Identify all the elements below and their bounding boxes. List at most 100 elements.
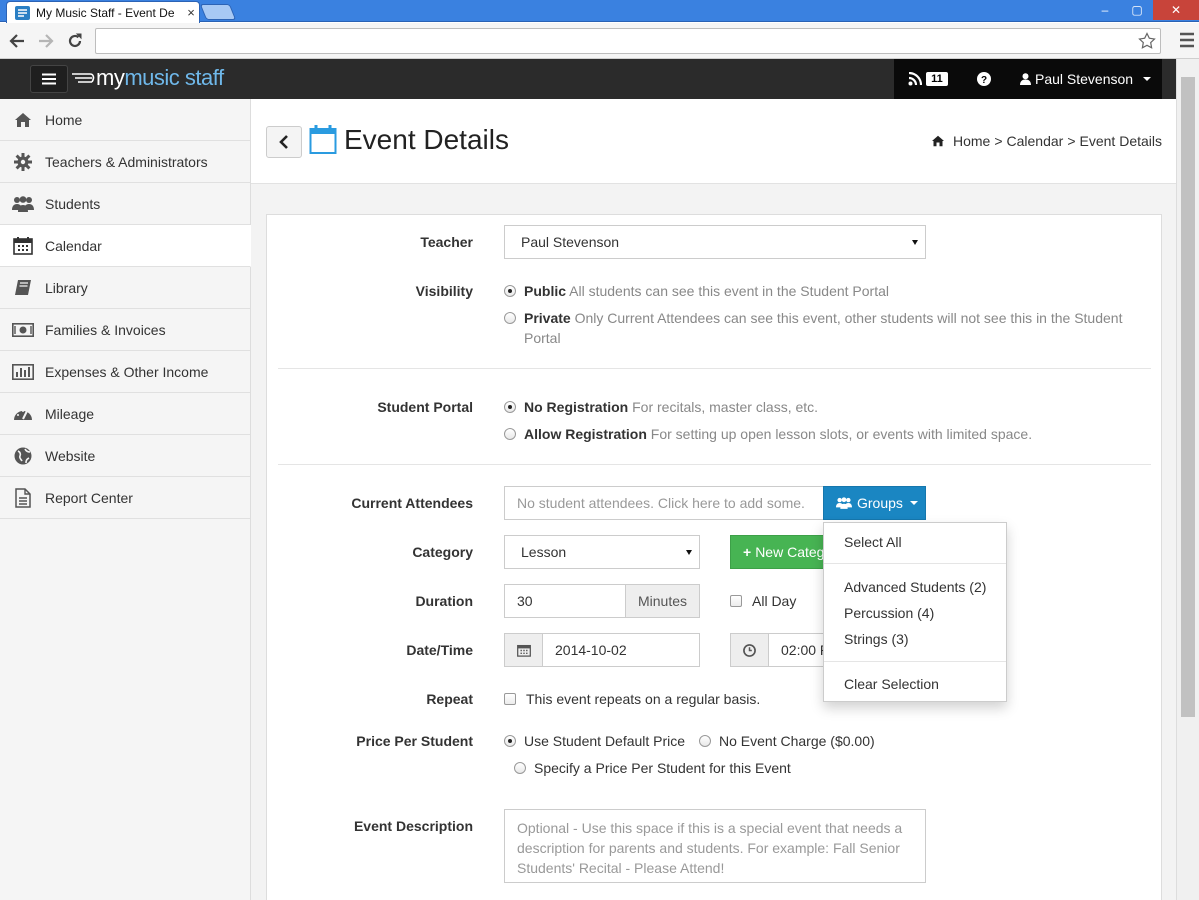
visibility-public-radio[interactable]: Public All students can see this event i… bbox=[504, 281, 889, 301]
menu-toggle-button[interactable] bbox=[30, 65, 68, 93]
breadcrumb-calendar-link[interactable]: Calendar bbox=[1007, 133, 1064, 149]
radio-button[interactable] bbox=[504, 312, 516, 324]
menu-item-group[interactable]: Strings (3) bbox=[844, 631, 909, 647]
page-scrollbar[interactable] bbox=[1176, 59, 1199, 900]
browser-menu-icon[interactable] bbox=[1177, 29, 1197, 51]
price-default-radio[interactable]: Use Student Default Price bbox=[504, 731, 685, 751]
browser-tab-title: My Music Staff - Event De bbox=[36, 5, 175, 20]
radio-title: Allow Registration bbox=[524, 426, 647, 442]
sidebar-item-mileage[interactable]: Mileage bbox=[0, 393, 250, 435]
menu-item-clear-selection[interactable]: Clear Selection bbox=[844, 676, 939, 692]
all-day-checkbox[interactable]: All Day bbox=[730, 591, 796, 611]
checkbox[interactable] bbox=[504, 693, 516, 705]
attendees-label: Current Attendees bbox=[351, 495, 473, 511]
sidebar-item-website[interactable]: Website bbox=[0, 435, 250, 477]
duration-input[interactable]: 30 bbox=[504, 584, 626, 618]
breadcrumb: Home > Calendar > Event Details bbox=[931, 133, 1162, 149]
select-arrow-icon bbox=[686, 550, 692, 555]
browser-tab[interactable]: My Music Staff - Event De × bbox=[6, 1, 200, 23]
attendees-input[interactable]: No student attendees. Click here to add … bbox=[504, 486, 824, 520]
description-textarea[interactable]: Optional - Use this space if this is a s… bbox=[504, 809, 926, 883]
sidebar-item-label: Students bbox=[45, 195, 101, 212]
sidebar-item-report-center[interactable]: Report Center bbox=[0, 477, 250, 519]
groups-button[interactable]: Groups bbox=[823, 486, 926, 520]
app-logo[interactable]: my music staff bbox=[72, 65, 224, 91]
price-specify-radio[interactable]: Specify a Price Per Student for this Eve… bbox=[514, 758, 791, 778]
menu-item-select-all[interactable]: Select All bbox=[844, 534, 902, 550]
portal-no-registration-radio[interactable]: No Registration For recitals, master cla… bbox=[504, 397, 818, 417]
sidebar-item-calendar[interactable]: Calendar bbox=[0, 225, 251, 267]
rss-icon bbox=[908, 72, 923, 86]
radio-button[interactable] bbox=[514, 762, 526, 774]
plus-icon: + bbox=[743, 544, 752, 560]
sidebar-item-students[interactable]: Students bbox=[0, 183, 250, 225]
visibility-private-radio[interactable]: Private Only Current Attendees can see t… bbox=[504, 308, 1144, 348]
bookmark-star-icon[interactable] bbox=[1138, 32, 1156, 50]
date-input[interactable]: 2014-10-02 bbox=[542, 633, 700, 667]
teacher-select[interactable]: Paul Stevenson bbox=[504, 225, 926, 259]
page-title: Event Details bbox=[344, 124, 509, 155]
portal-allow-registration-radio[interactable]: Allow Registration For setting up open l… bbox=[504, 424, 1032, 444]
time-input[interactable]: 02:00 PM bbox=[768, 633, 828, 667]
menu-item-group[interactable]: Percussion (4) bbox=[844, 605, 934, 621]
sidebar-item-label: Library bbox=[45, 279, 88, 296]
users-icon bbox=[12, 193, 34, 215]
attendees-placeholder: No student attendees. Click here to add … bbox=[517, 495, 805, 511]
groups-dropdown-menu: Select All Advanced Students (2) Percuss… bbox=[823, 522, 1007, 702]
repeat-checkbox[interactable]: This event repeats on a regular basis. bbox=[504, 689, 760, 709]
category-select-value: Lesson bbox=[521, 544, 567, 560]
radio-button[interactable] bbox=[699, 735, 711, 747]
radio-button[interactable] bbox=[504, 285, 516, 297]
new-category-button[interactable]: + New Category bbox=[730, 535, 826, 569]
close-window-button[interactable]: ✕ bbox=[1153, 0, 1199, 20]
radio-button[interactable] bbox=[504, 428, 516, 440]
breadcrumb-home-link[interactable]: Home bbox=[953, 133, 990, 149]
sidebar-item-families[interactable]: Families & Invoices bbox=[0, 309, 250, 351]
radio-label: Specify a Price Per Student for this Eve… bbox=[534, 760, 791, 776]
tab-close-icon[interactable]: × bbox=[183, 5, 199, 20]
browser-toolbar bbox=[0, 23, 1199, 59]
sidebar-item-expenses[interactable]: Expenses & Other Income bbox=[0, 351, 250, 393]
category-select[interactable]: Lesson bbox=[504, 535, 700, 569]
new-tab-button[interactable] bbox=[199, 4, 237, 20]
reload-icon[interactable] bbox=[63, 29, 87, 53]
dashboard-icon bbox=[12, 403, 34, 425]
user-menu-button[interactable]: Paul Stevenson bbox=[1006, 71, 1152, 87]
radio-title: No Registration bbox=[524, 399, 629, 415]
price-no-charge-radio[interactable]: No Event Charge ($0.00) bbox=[699, 731, 875, 751]
minimize-button[interactable]: – bbox=[1089, 0, 1121, 20]
question-circle-icon: ? bbox=[977, 72, 991, 86]
sidebar-item-library[interactable]: Library bbox=[0, 267, 250, 309]
address-bar[interactable] bbox=[95, 28, 1161, 54]
checkbox[interactable] bbox=[730, 595, 742, 607]
radio-description: Only Current Attendees can see this even… bbox=[574, 310, 1123, 326]
home-icon bbox=[12, 109, 34, 131]
sidebar-item-label: Home bbox=[45, 111, 83, 128]
sidebar-item-teachers[interactable]: Teachers & Administrators bbox=[0, 141, 250, 183]
maximize-button[interactable]: ▢ bbox=[1121, 0, 1153, 20]
time-picker-addon[interactable] bbox=[730, 633, 769, 667]
back-button[interactable] bbox=[266, 126, 302, 158]
description-placeholder-line: Students' Recital - Please Attend! bbox=[517, 860, 725, 876]
date-picker-addon[interactable] bbox=[504, 633, 543, 667]
chevron-down-icon bbox=[909, 501, 918, 505]
radio-button[interactable] bbox=[504, 401, 516, 413]
forward-icon[interactable] bbox=[34, 29, 58, 53]
sidebar-item-home[interactable]: Home bbox=[0, 99, 250, 141]
notification-count-badge: 11 bbox=[926, 72, 948, 86]
radio-title: Public bbox=[524, 283, 567, 299]
radio-description: For recitals, master class, etc. bbox=[632, 399, 819, 415]
radio-button[interactable] bbox=[504, 735, 516, 747]
chevron-left-icon bbox=[279, 135, 288, 149]
radio-title: Private bbox=[524, 310, 571, 326]
section-divider bbox=[278, 464, 1151, 465]
rss-feed-button[interactable]: 11 bbox=[894, 59, 962, 99]
menu-item-group[interactable]: Advanced Students (2) bbox=[844, 579, 986, 595]
calendar-icon bbox=[516, 644, 531, 657]
sidebar-item-label: Website bbox=[45, 447, 96, 464]
help-button[interactable]: ? bbox=[962, 72, 1006, 86]
document-icon bbox=[12, 487, 34, 509]
scrollbar-thumb[interactable] bbox=[1181, 77, 1195, 717]
back-icon[interactable] bbox=[5, 29, 29, 53]
teacher-select-value: Paul Stevenson bbox=[521, 234, 620, 250]
